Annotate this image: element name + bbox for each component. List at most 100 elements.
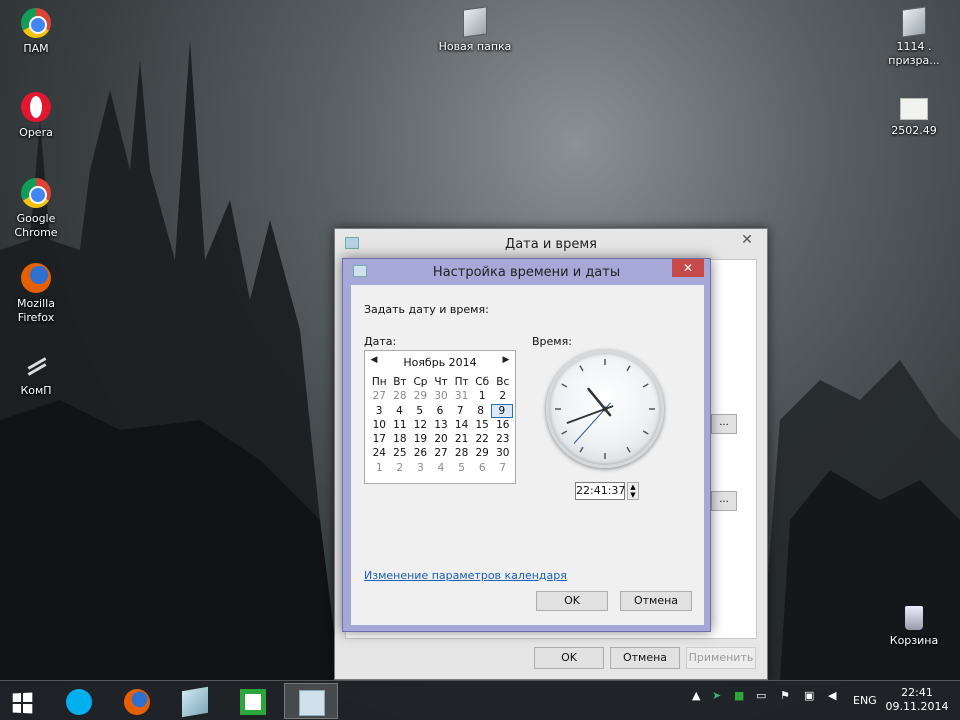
calendar-day[interactable]: 1 [369, 461, 390, 475]
calendar-day[interactable]: 3 [369, 404, 389, 418]
calendar-day[interactable]: 24 [369, 446, 390, 460]
calendar-day[interactable]: 15 [472, 418, 493, 432]
calendar-day[interactable]: 7 [492, 461, 513, 475]
calendar-day[interactable]: 19 [410, 432, 431, 446]
desktop-icon-label: Opera [19, 126, 53, 139]
calendar-week-row: 10 11 12 13 14 15 16 [369, 418, 513, 432]
time-input[interactable]: 22:41:37 [575, 482, 625, 500]
calendar-day[interactable]: 10 [369, 418, 390, 432]
calendar-day[interactable]: 31 [451, 389, 472, 403]
calendar-day[interactable]: 30 [492, 446, 513, 460]
desktop-icon-pam[interactable]: ПАМ [0, 8, 74, 56]
calendar-grid: Пн Вт Ср Чт Пт Сб Вс 27 28 29 30 31 1 2 3 4 5 6 7 8 9 10 11 12… [369, 375, 513, 475]
taskbar-notes[interactable] [168, 683, 222, 719]
folder-icon [463, 6, 487, 38]
network-icon[interactable]: ▣ [804, 689, 814, 702]
dialog-content: Задать дату и время: Дата: Время: ◀ Нояб… [351, 285, 704, 625]
analog-clock [546, 350, 664, 468]
calendar-day[interactable]: 12 [410, 418, 431, 432]
taskbar-date-time[interactable] [284, 683, 338, 719]
shortcut-icon [21, 350, 51, 380]
apply-button[interactable]: Применить [686, 647, 756, 669]
calendar-day[interactable]: 26 [410, 446, 431, 460]
desktop-icon-file-1114[interactable]: 1114 . призра... [876, 6, 952, 68]
parent-cancel-button[interactable]: Отмена [610, 647, 680, 669]
calendar-day[interactable]: 18 [390, 432, 411, 446]
calendar-day[interactable]: 28 [451, 446, 472, 460]
spinner-up-icon[interactable]: ▲ [628, 483, 638, 491]
desktop-icon-file-2502[interactable]: 2502.49 [876, 92, 952, 138]
desktop-icon-komp[interactable]: КомП [0, 350, 74, 398]
calendar-day[interactable]: 21 [451, 432, 472, 446]
dialog-titlebar[interactable]: Настройка времени и даты ✕ [343, 259, 710, 285]
calendar-day[interactable]: 2 [390, 461, 411, 475]
taskbar-camtasia[interactable] [226, 683, 280, 719]
desktop-icon-recycle-bin[interactable]: Корзина [876, 606, 952, 648]
close-icon[interactable]: ✕ [733, 231, 761, 249]
parent-ok-button[interactable]: OK [534, 647, 604, 669]
clock-tick [642, 383, 649, 388]
dialog-title: Настройка времени и даты [432, 265, 621, 280]
taskbar-skype[interactable] [52, 683, 106, 719]
calendar-day[interactable]: 20 [431, 432, 452, 446]
desktop-icon-opera[interactable]: Opera [0, 92, 74, 140]
date-time-settings-dialog: Настройка времени и даты ✕ Задать дату и… [342, 258, 711, 632]
calendar-day[interactable]: 1 [472, 389, 493, 403]
start-button[interactable] [0, 683, 46, 719]
calendar-day[interactable]: 30 [431, 389, 452, 403]
calendar-day[interactable]: 5 [451, 461, 472, 475]
desktop-icon-mozilla-firefox[interactable]: Mozilla Firefox [0, 263, 74, 325]
calendar-day[interactable]: 5 [410, 404, 430, 418]
flag-icon[interactable]: ⚑ [780, 689, 790, 702]
volume-icon[interactable]: ◀ [828, 689, 836, 702]
desktop-icon-google-chrome[interactable]: Google Chrome [0, 178, 74, 240]
calendar-day[interactable]: 14 [451, 418, 472, 432]
weekday-header: Вс [496, 376, 510, 388]
calendar-day[interactable]: 4 [389, 404, 409, 418]
change-calendar-settings-link[interactable]: Изменение параметров календаря [364, 569, 567, 582]
calendar-day[interactable]: 27 [369, 389, 390, 403]
calendar-day[interactable]: 29 [472, 446, 493, 460]
calendar-day[interactable]: 8 [470, 404, 490, 418]
next-month-arrow[interactable]: ▶ [499, 355, 513, 365]
image-file-icon [900, 98, 928, 120]
calendar-day[interactable]: 6 [472, 461, 493, 475]
calendar-month[interactable]: Ноябрь 2014 [365, 356, 515, 369]
change-timezone-button[interactable]: ... [711, 414, 737, 434]
tray-arrow-icon[interactable]: ▲ [692, 689, 700, 702]
calendar-day[interactable]: 29 [410, 389, 431, 403]
set-date-time-prompt: Задать дату и время: [364, 303, 489, 316]
close-icon[interactable]: ✕ [672, 259, 704, 277]
camtasia-tray-icon[interactable]: ■ [734, 689, 744, 702]
clock-tick [626, 446, 631, 453]
calendar-day[interactable]: 23 [492, 432, 513, 446]
calendar-day[interactable]: 13 [431, 418, 452, 432]
calendar-day[interactable]: 28 [390, 389, 411, 403]
calendar-day[interactable]: 4 [431, 461, 452, 475]
calendar-day[interactable]: 22 [472, 432, 493, 446]
taskbar-firefox[interactable] [110, 683, 164, 719]
ok-button[interactable]: OK [536, 591, 608, 611]
spinner-down-icon[interactable]: ▼ [628, 491, 638, 499]
telegram-icon[interactable]: ➤ [712, 689, 721, 702]
calendar-week-row: 27 28 29 30 31 1 2 [369, 389, 513, 403]
desktop-icon-new-folder[interactable]: Новая папка [437, 6, 513, 54]
change-settings-button[interactable]: ... [711, 491, 737, 511]
calendar-day[interactable]: 3 [410, 461, 431, 475]
calendar-day[interactable]: 7 [450, 404, 470, 418]
calendar-day[interactable]: 17 [369, 432, 390, 446]
calendar-day[interactable]: 6 [430, 404, 450, 418]
calendar-day[interactable]: 11 [390, 418, 411, 432]
cancel-button[interactable]: Отмена [620, 591, 692, 611]
monitor-icon[interactable]: ▭ [756, 689, 766, 702]
time-spinner[interactable]: ▲ ▼ [627, 482, 639, 500]
calendar-day[interactable]: 2 [492, 389, 513, 403]
calendar-day[interactable]: 27 [431, 446, 452, 460]
window-titlebar[interactable]: Дата и время ✕ [335, 229, 767, 259]
clock-tick [561, 383, 568, 388]
calendar-day[interactable]: 9 [490, 403, 513, 418]
language-indicator[interactable]: ENG [853, 694, 877, 707]
calendar-day[interactable]: 25 [390, 446, 411, 460]
taskbar-clock[interactable]: 22:41 09.11.2014 [884, 686, 950, 714]
calendar-day[interactable]: 16 [492, 418, 513, 432]
